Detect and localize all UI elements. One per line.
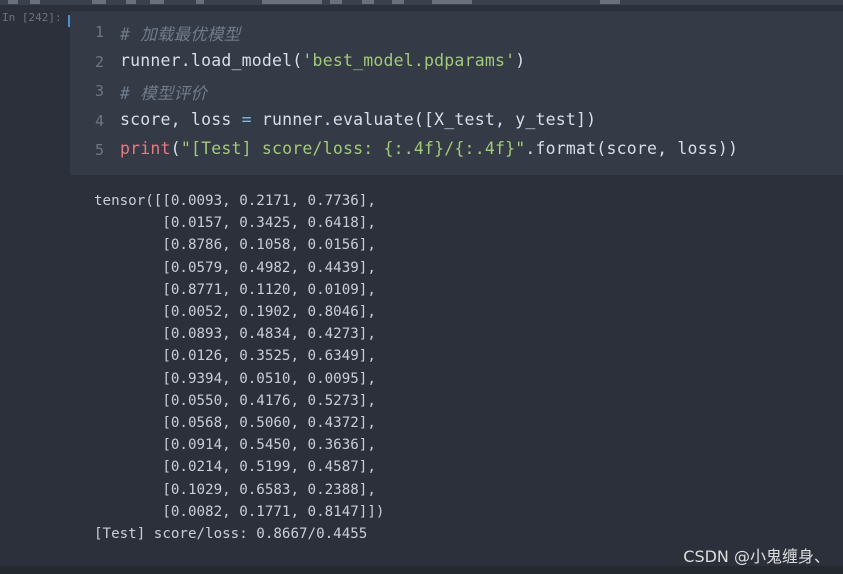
output-line: [0.0550, 0.4176, 0.5273], (94, 392, 376, 409)
toolbar-icon[interactable] (150, 0, 164, 4)
output-line: [0.0157, 0.3425, 0.6418], (94, 215, 376, 232)
code-token: runner.evaluate([X_test, y_test]) (251, 109, 597, 129)
toolbar-icon[interactable] (92, 0, 106, 4)
output-line: [0.0568, 0.5060, 0.4372], (94, 415, 376, 431)
output-line: tensor([[0.0093, 0.2171, 0.7736], (94, 193, 376, 209)
toolbar-icon[interactable] (600, 0, 620, 4)
code-text: # 模型评价 (120, 80, 207, 104)
stop-icon[interactable] (330, 0, 342, 4)
code-token: # 加载最优模型 (120, 25, 241, 44)
code-text: runner.load_model('best_model.pdparams') (120, 51, 525, 70)
csdn-watermark: CSDN @小鬼缠身、 (683, 547, 830, 566)
code-token: 'best_model.pdparams' (302, 50, 516, 70)
code-token: print (120, 139, 171, 158)
output-line: [0.9394, 0.0510, 0.0095], (94, 370, 376, 387)
code-token: "[Test] score/loss: {:.4f}/{:.4f}" (180, 139, 526, 158)
toolbar-icon[interactable] (196, 0, 204, 4)
code-token: # 模型评价 (120, 84, 208, 103)
code-token: = (241, 109, 252, 129)
toolbar-icon[interactable] (126, 0, 136, 4)
code-line[interactable]: 5 print("[Test] score/loss: {:.4f}/{:.4f}… (70, 135, 843, 164)
code-text: print("[Test] score/loss: {:.4f}/{:.4f}"… (120, 139, 738, 158)
output-line: [0.0579, 0.4982, 0.4439], (94, 259, 376, 276)
output-line: [0.0893, 0.4834, 0.4273], (94, 326, 376, 343)
line-number: 1 (94, 23, 104, 41)
code-editor[interactable]: 1 # 加载最优模型 2 runner.load_model('best_model.… (70, 11, 843, 175)
code-text: # 加载最优模型 (120, 21, 240, 45)
bottom-divider (0, 566, 843, 574)
cell-prompt: In [242]: (2, 11, 62, 24)
code-line[interactable]: 3 # 模型评价 (70, 76, 843, 105)
output-line: [0.0052, 0.1902, 0.8046], (94, 304, 376, 320)
line-number: 5 (94, 141, 104, 159)
output-line: [0.1029, 0.6583, 0.2388], (94, 481, 376, 498)
run-button[interactable] (262, 0, 322, 4)
line-number: 3 (94, 82, 104, 100)
code-token: runner.load_model( (120, 50, 303, 70)
output-line: [0.8771, 0.1120, 0.0109], (94, 281, 376, 298)
code-text: score, loss = runner.evaluate([X_test, y… (120, 110, 596, 129)
notebook-page: In [242]: 1 # 加载最优模型 2 runner.load_model('b… (0, 0, 843, 574)
output-line: [0.0082, 0.1771, 0.8147]]) (94, 503, 385, 520)
output-line: [0.0214, 0.5199, 0.4587], (94, 459, 376, 476)
code-cell[interactable]: In [242]: 1 # 加载最优模型 2 runner.load_model('b… (0, 5, 843, 175)
code-line[interactable]: 2 runner.load_model('best_model.pdparams'… (70, 47, 843, 76)
code-token: score, loss (120, 109, 242, 129)
output-line: [0.8786, 0.1058, 0.0156], (94, 237, 376, 254)
toolbar-icon[interactable] (8, 0, 18, 4)
line-number: 4 (94, 111, 104, 130)
code-line[interactable]: 4 score, loss = runner.evaluate([X_test, … (70, 106, 843, 135)
fast-forward-icon[interactable] (392, 0, 404, 4)
toolbar-icon[interactable] (30, 0, 40, 4)
code-token: .format(score, loss)) (525, 139, 739, 158)
cell-output: tensor([[0.0093, 0.2171, 0.7736], [0.015… (0, 175, 843, 565)
restart-icon[interactable] (362, 0, 374, 4)
output-line: [Test] score/loss: 0.8667/0.4455 (94, 526, 368, 542)
cell-type-select[interactable] (432, 0, 472, 4)
code-token: ) (515, 50, 526, 70)
output-line: [0.0126, 0.3525, 0.6349], (94, 348, 376, 365)
line-number: 2 (94, 52, 104, 71)
code-token: ( (170, 139, 181, 158)
output-line: [0.0914, 0.5450, 0.3636], (94, 437, 376, 454)
code-line[interactable]: 1 # 加载最优模型 (70, 17, 843, 46)
